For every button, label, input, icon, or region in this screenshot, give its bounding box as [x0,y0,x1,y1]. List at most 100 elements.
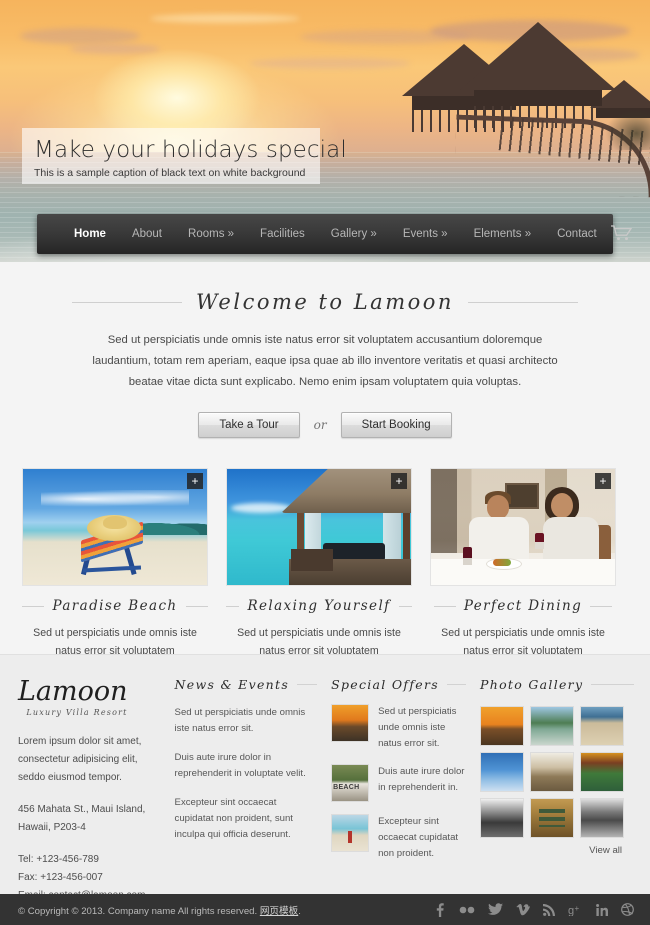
copyright-suffix: . [298,905,301,917]
card-title: Relaxing Yourself [247,598,391,614]
hero-cloud [20,28,140,44]
social-links: g + [434,902,634,917]
heading-rule-right [467,301,578,303]
footer-column-gallery: Photo Gallery View all [480,677,634,894]
footer-gallery-heading: Photo Gallery [480,677,584,692]
footer-tel: Tel: +123-456-789 [18,854,99,865]
nav-item-rooms[interactable]: Rooms » [175,228,247,240]
welcome-paragraph: Sed ut perspiciatis unde omnis iste natu… [92,334,558,388]
feature-card[interactable]: + Perfect Dining Sed ut perspiciatis und… [430,468,616,678]
card-image-relaxing-yourself[interactable]: + [226,468,412,586]
feature-cards: + Paradise Beach Sed ut perspiciatis und… [0,438,650,678]
main-content: Welcome to Lamoon Sed ut perspiciatis un… [0,262,650,675]
hero-subtitle: This is a sample caption of black text o… [34,167,306,179]
welcome-heading: Welcome to Lamoon [196,290,454,314]
footer-column-news: News & Events Sed ut perspiciatis unde o… [175,677,318,894]
offer-item[interactable]: Duis aute irure dolor in reprehenderit i… [331,764,466,802]
hero-palm-trees [604,108,650,150]
template-credit-link[interactable]: 网页模板 [260,906,298,917]
hero-cloud [150,14,300,23]
bottom-bar: © Copyright © 2013. Company name All rig… [0,894,650,925]
feature-card[interactable]: + Relaxing Yourself Sed ut perspiciatis … [226,468,412,678]
footer-offers-heading: Special Offers [331,677,439,692]
footer-logo[interactable]: Lamoon [18,677,161,707]
vimeo-icon[interactable] [516,903,530,916]
news-item[interactable]: Excepteur sint occaecat cupidatat non pr… [175,795,318,843]
facebook-icon[interactable] [434,902,446,917]
welcome-heading-row: Welcome to Lamoon [0,262,650,314]
nav-item-contact[interactable]: Contact [544,228,610,240]
offer-item[interactable]: Sed ut perspiciatis unde omnis iste natu… [331,704,466,752]
card-title: Paradise Beach [52,598,178,614]
nav-item-elements[interactable]: Elements » [461,228,545,240]
heading-rule-left [72,301,183,303]
hero-caption-box: Make your holidays special This is a sam… [22,128,347,184]
nav-item-home[interactable]: Home [61,228,119,240]
expand-plus-icon[interactable]: + [595,473,611,489]
hero-bungalow [460,22,616,106]
copyright-prefix: © Copyright © 2013. Company name All rig… [18,905,258,917]
card-title-row: Paradise Beach [22,598,208,614]
gallery-thumbnail[interactable] [580,706,625,746]
offer-thumbnail[interactable] [331,814,370,852]
hero-cloud [250,58,410,69]
offer-thumbnail[interactable] [331,764,370,802]
feature-card[interactable]: + Paradise Beach Sed ut perspiciatis und… [22,468,208,678]
gallery-thumbnail[interactable] [530,752,575,792]
start-booking-button[interactable]: Start Booking [340,412,452,438]
hero-title: Make your holidays special [34,137,347,163]
card-image-paradise-beach[interactable]: + [22,468,208,586]
site-footer: Lamoon Luxury Villa Resort Lorem ipsum d… [0,654,650,901]
news-item[interactable]: Sed ut perspiciatis unde omnis iste natu… [175,705,318,737]
view-all-link[interactable]: View all [480,845,622,856]
nav-item-facilities[interactable]: Facilities [247,228,318,240]
beach-chair-illustration [23,469,207,585]
footer-address: 456 Mahata St., Maui Island, Hawaii, P20… [18,804,146,833]
offer-text: Duis aute irure dolor in reprehenderit i… [378,766,465,793]
nav-item-events[interactable]: Events » [390,228,461,240]
gallery-thumbnail[interactable] [480,798,525,838]
footer-news-heading-row: News & Events [175,677,318,692]
footer-news-heading: News & Events [174,677,290,692]
cabana-illustration [227,469,411,585]
offer-text: Excepteur sint occaecat cupidatat non pr… [378,816,459,859]
shopping-cart-icon[interactable] [610,224,632,244]
linkedin-icon[interactable] [596,903,608,916]
card-title: Perfect Dining [463,598,583,614]
svg-text:+: + [575,904,580,913]
news-item[interactable]: Duis aute irure dolor in reprehenderit i… [175,750,318,782]
flickr-icon[interactable] [459,906,475,914]
expand-plus-icon[interactable]: + [391,473,407,489]
twitter-icon[interactable] [488,903,503,916]
nav-item-about[interactable]: About [119,228,175,240]
card-title-row: Relaxing Yourself [226,598,412,614]
dining-couple-illustration [431,469,615,585]
google-plus-icon[interactable]: g + [568,904,583,916]
copyright-text: © Copyright © 2013. Company name All rig… [18,903,301,917]
gallery-thumbnail[interactable] [580,798,625,838]
gallery-thumbnail[interactable] [530,706,575,746]
straw-hat [87,515,141,541]
cta-separator: or [313,418,327,432]
rss-icon[interactable] [543,903,555,916]
footer-about-text: Lorem ipsum dolor sit amet, consectetur … [18,736,142,783]
gallery-thumbnail[interactable] [480,752,525,792]
footer-gallery-heading-row: Photo Gallery [480,677,634,692]
footer-column-offers: Special Offers Sed ut perspiciatis unde … [331,677,467,894]
offer-item[interactable]: Excepteur sint occaecat cupidatat non pr… [331,814,466,862]
footer-fax: Fax: +123-456-007 [18,872,103,883]
nav-item-gallery[interactable]: Gallery » [318,228,390,240]
take-a-tour-button[interactable]: Take a Tour [198,412,300,438]
offer-thumbnail[interactable] [331,704,370,742]
gallery-thumbnail[interactable] [530,798,575,838]
footer-about-block: Lorem ipsum dolor sit amet, consectetur … [18,733,161,905]
gallery-thumbnail[interactable] [480,706,525,746]
gallery-thumbnail[interactable] [580,752,625,792]
card-title-row: Perfect Dining [430,598,616,614]
expand-plus-icon[interactable]: + [187,473,203,489]
cta-row: Take a Tour or Start Booking [0,412,650,438]
dribbble-icon[interactable] [621,903,634,916]
photo-gallery-grid [480,706,634,838]
card-image-perfect-dining[interactable]: + [430,468,616,586]
main-navigation: Home About Rooms » Facilities Gallery » … [37,214,632,254]
